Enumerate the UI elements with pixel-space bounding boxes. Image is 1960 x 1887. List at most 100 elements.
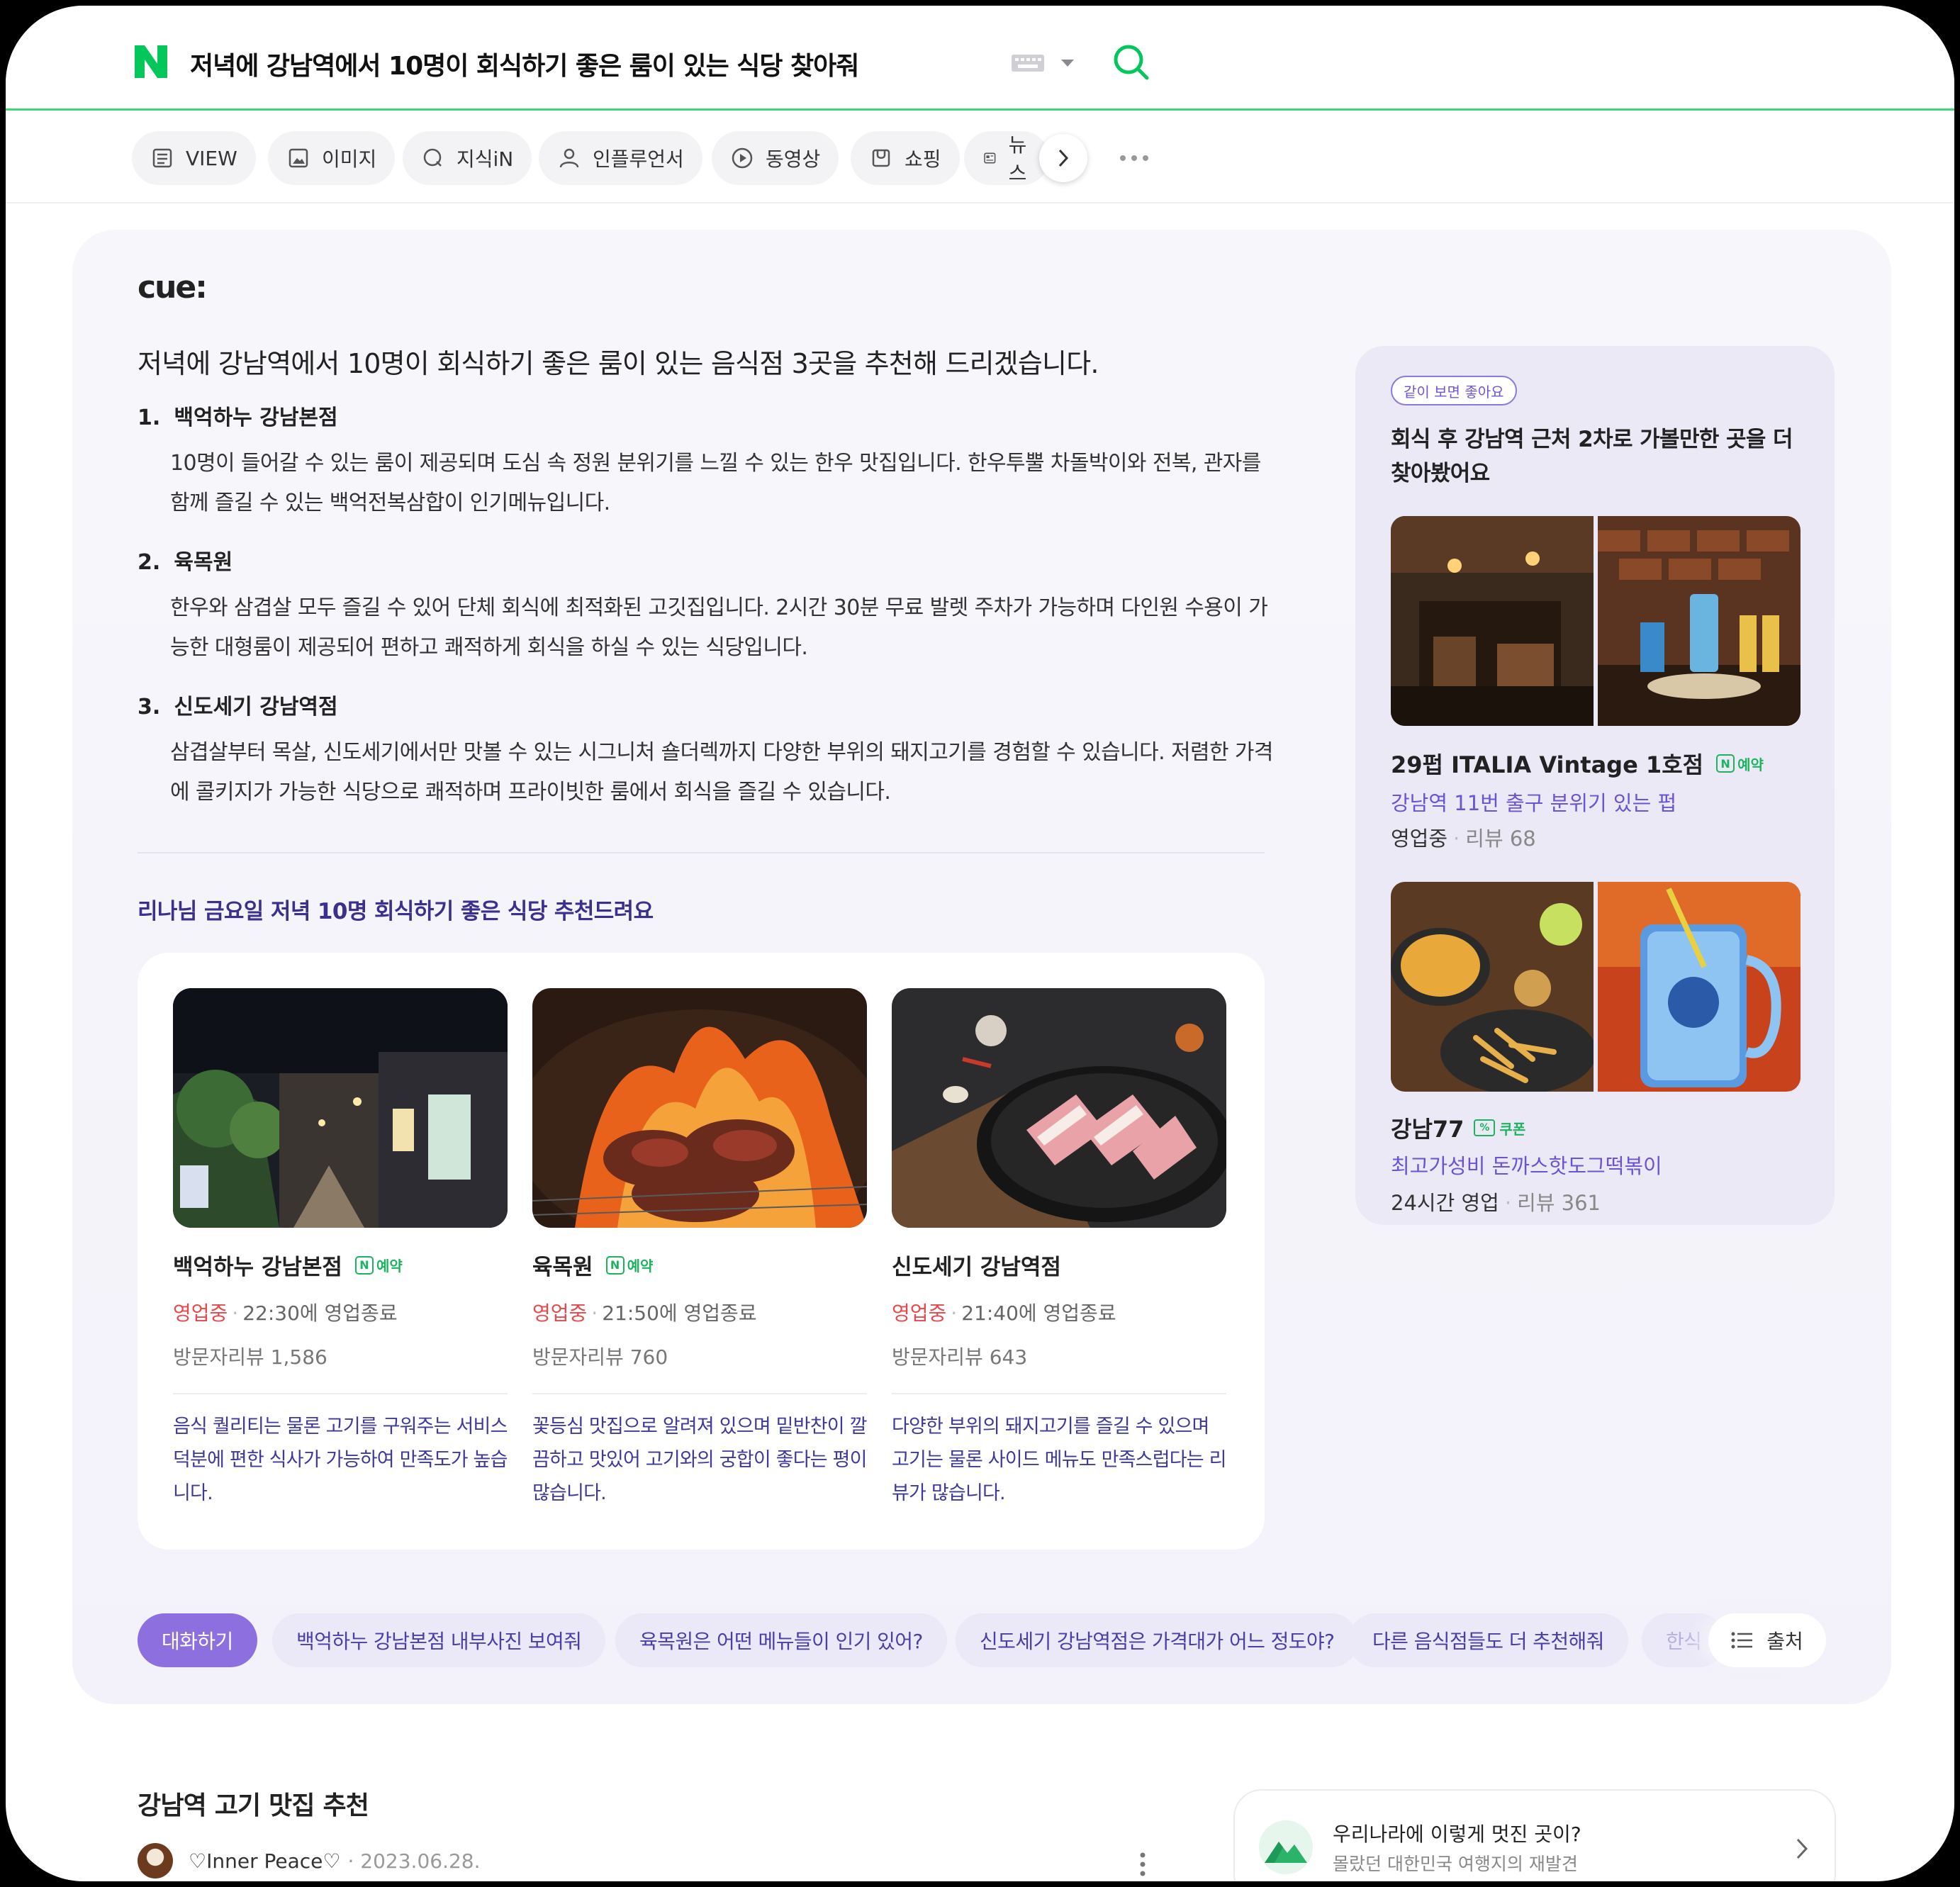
section-subtitle: 리나님 금요일 저녁 10명 회식하기 좋은 식당 추천드려요 xyxy=(138,899,654,924)
card-review-count[interactable]: 방문자리뷰 1,586 xyxy=(173,1342,508,1370)
reserve-badge[interactable]: N 예약 xyxy=(1716,754,1764,774)
chevron-right-icon xyxy=(1796,1838,1808,1859)
card-name: 백억하누 강남본점 xyxy=(173,1255,342,1280)
tab-video[interactable]: 동영상 xyxy=(712,131,839,185)
rec-description: 한우와 삼겹살 모두 즐길 수 있어 단체 회식에 최적화된 고깃집입니다. 2… xyxy=(170,595,1268,660)
place-photo xyxy=(1391,882,1594,1092)
place-meta: 영업중 · 리뷰 68 xyxy=(1391,827,1536,851)
tab-news[interactable]: 뉴스 xyxy=(964,131,1049,185)
card-status: 영업중 · 22:30에 영업종료 xyxy=(173,1301,398,1325)
tab-shopping[interactable]: 쇼핑 xyxy=(851,131,960,185)
suggestion-tag: 같이 보면 좋아요 xyxy=(1391,376,1517,405)
tab-view[interactable]: VIEW xyxy=(132,131,256,185)
section-title[interactable]: 강남역 고기 맛집 추천 xyxy=(138,1785,369,1822)
recommendation-item: 1. 백억하누 강남본점 10명이 들어갈 수 있는 룸이 제공되며 도심 속 … xyxy=(138,400,1272,523)
cue-logo: cue: xyxy=(138,269,208,306)
tab-label: 쇼핑 xyxy=(905,147,941,171)
tab-kin[interactable]: 지식iN xyxy=(403,131,532,185)
place-name[interactable]: 29펍 ITALIA Vintage 1호점 xyxy=(1391,747,1703,780)
place-description[interactable]: 최고가성비 돈까스핫도그떡볶이 xyxy=(1391,1150,1662,1180)
recommendation-item: 3. 신도세기 강남역점 삼겹살부터 목살, 신도세기에서만 맛볼 수 있는 시… xyxy=(138,689,1274,812)
more-dots-icon[interactable] xyxy=(1119,154,1150,162)
card-name: 육목원 xyxy=(532,1255,593,1280)
search-bar: 저녁에 강남역에서 10명이 회식하기 좋은 룸이 있는 식당 찾아줘 xyxy=(6,6,1954,111)
list-icon xyxy=(1731,1632,1753,1649)
search-tabs: VIEW 이미지 지식iN 인플루언서 동영상 쇼핑 뉴스 xyxy=(6,113,1954,203)
divider xyxy=(173,1393,508,1394)
divider xyxy=(138,852,1265,853)
restaurant-card[interactable]: 신도세기 강남역점 영업중 · 21:40에 영업종료 방문자리뷰 643 다양한 … xyxy=(892,988,1226,1510)
card-review-count[interactable]: 방문자리뷰 643 xyxy=(892,1342,1226,1370)
author-row: ♡Inner Peace♡ · 2023.06.28. xyxy=(138,1843,481,1878)
card-status: 영업중 · 21:50에 영업종료 xyxy=(532,1301,757,1325)
rec-name: 백억하누 강남본점 xyxy=(174,405,338,430)
rec-number: 3. xyxy=(138,695,161,719)
browser-frame: 저녁에 강남역에서 10명이 회식하기 좋은 룸이 있는 식당 찾아줘 VIEW… xyxy=(6,6,1954,1881)
cue-answer-panel: cue: 저녁에 강남역에서 10명이 회식하기 좋은 룸이 있는 음식점 3곳… xyxy=(72,230,1891,1704)
promo-subtitle: 몰랐던 대한민국 여행지의 재발견 xyxy=(1333,1854,1578,1874)
tab-image[interactable]: 이미지 xyxy=(268,131,396,185)
restaurant-photo[interactable] xyxy=(892,988,1226,1228)
author-name[interactable]: ♡Inner Peace♡ xyxy=(189,1849,340,1873)
divider xyxy=(892,1393,1226,1394)
coupon-badge[interactable]: % 쿠폰 xyxy=(1474,1118,1525,1138)
card-review-count[interactable]: 방문자리뷰 760 xyxy=(532,1342,867,1370)
card-description: 음식 퀄리티는 물론 고기를 구워주는 서비스 덕분에 편한 식사가 가능하여 … xyxy=(173,1416,508,1504)
kebab-menu-icon[interactable] xyxy=(1138,1852,1147,1877)
tabs-next-button[interactable] xyxy=(1039,134,1087,182)
related-suggestions: 같이 보면 좋아요 회식 후 강남역 근처 2차로 가볼만한 곳을 더 찾아봤어… xyxy=(1355,346,1835,1225)
place-description[interactable]: 강남역 11번 출구 분위기 있는 펍 xyxy=(1391,787,1676,817)
search-query[interactable]: 저녁에 강남역에서 10명이 회식하기 좋은 룸이 있는 식당 찾아줘 xyxy=(190,45,859,82)
follow-up-chip[interactable]: 다른 음식점들도 더 추천해줘 xyxy=(1348,1613,1628,1667)
person-icon xyxy=(559,148,579,168)
naver-n-icon: N xyxy=(1716,754,1735,773)
place-photo xyxy=(1391,516,1594,726)
chat-button[interactable]: 대화하기 xyxy=(138,1613,257,1667)
rec-number: 2. xyxy=(138,550,161,575)
promo-banner[interactable]: 우리나라에 이렇게 멋진 곳이? 몰랐던 대한민국 여행지의 재발견 xyxy=(1233,1789,1836,1881)
rec-name: 육목원 xyxy=(174,550,233,575)
image-icon xyxy=(289,148,308,168)
promo-title: 우리나라에 이렇게 멋진 곳이? xyxy=(1333,1822,1581,1846)
naver-logo-icon[interactable] xyxy=(132,43,170,81)
answer-title: 저녁에 강남역에서 10명이 회식하기 좋은 룸이 있는 음식점 3곳을 추천해… xyxy=(138,348,1099,379)
follow-up-chip[interactable]: 육목원은 어떤 메뉴들이 인기 있어? xyxy=(615,1613,947,1667)
place-meta: 24시간 영업 · 리뷰 361 xyxy=(1391,1191,1601,1215)
play-icon xyxy=(732,147,753,169)
card-name: 신도세기 강남역점 xyxy=(892,1255,1061,1280)
search-icon[interactable] xyxy=(1111,43,1151,82)
restaurant-photo[interactable] xyxy=(532,988,867,1228)
news-icon xyxy=(984,152,996,164)
recommendation-item: 2. 육목원 한우와 삼겹살 모두 즐길 수 있어 단체 회식에 최적화된 고깃… xyxy=(138,544,1272,668)
keyboard-icon[interactable] xyxy=(1011,54,1045,72)
follow-up-chips: 대화하기 백억하누 강남본점 내부사진 보여줘 육목원은 어떤 메뉴들이 인기 … xyxy=(138,1613,1839,1667)
tab-influencer[interactable]: 인플루언서 xyxy=(539,131,702,185)
post-date: · 2023.06.28. xyxy=(347,1849,481,1873)
reserve-badge[interactable]: N 예약 xyxy=(605,1255,653,1275)
avatar[interactable] xyxy=(138,1843,173,1878)
source-button[interactable]: 출처 xyxy=(1708,1613,1826,1667)
rec-description: 삼겹살부터 목살, 신도세기에서만 맛볼 수 있는 시그니처 숄더렉까지 다양한… xyxy=(170,740,1274,805)
coupon-icon: % xyxy=(1474,1119,1496,1136)
restaurant-card[interactable]: 육목원 N 예약 영업중 · 21:50에 영업종료 방문자리뷰 760 꽃등심 맛집… xyxy=(532,988,867,1510)
place-photos[interactable] xyxy=(1391,516,1801,726)
restaurant-cards: 백억하누 강남본점 N 예약 영업중 · 22:30에 영업종료 방문자리뷰 1,58… xyxy=(138,953,1265,1550)
place-photos[interactable] xyxy=(1391,882,1801,1092)
suggestion-title: 회식 후 강남역 근처 2차로 가볼만한 곳을 더 찾아봤어요 xyxy=(1391,427,1793,486)
place-name[interactable]: 강남77 xyxy=(1391,1112,1464,1144)
rec-number: 1. xyxy=(138,405,161,430)
kin-icon xyxy=(423,148,442,167)
card-description: 꽃등심 맛집으로 알려져 있으며 밑반찬이 깔끔하고 맛있어 고기와의 궁합이 … xyxy=(532,1416,867,1504)
chevron-down-icon[interactable] xyxy=(1060,58,1075,68)
tab-label: 인플루언서 xyxy=(593,147,684,171)
follow-up-chip[interactable]: 신도세기 강남역점은 가격대가 어느 정도야? xyxy=(956,1613,1359,1667)
follow-up-chip[interactable]: 백억하누 강남본점 내부사진 보여줘 xyxy=(272,1613,606,1667)
restaurant-photo[interactable] xyxy=(173,988,508,1228)
chevron-right-icon xyxy=(1058,149,1069,167)
tab-label: 이미지 xyxy=(322,147,377,171)
view-icon xyxy=(152,148,172,168)
restaurant-card[interactable]: 백억하누 강남본점 N 예약 영업중 · 22:30에 영업종료 방문자리뷰 1,58… xyxy=(173,988,508,1510)
mountain-icon xyxy=(1259,1820,1313,1874)
reserve-badge[interactable]: N 예약 xyxy=(354,1255,403,1275)
tab-label: 지식iN xyxy=(457,147,514,171)
